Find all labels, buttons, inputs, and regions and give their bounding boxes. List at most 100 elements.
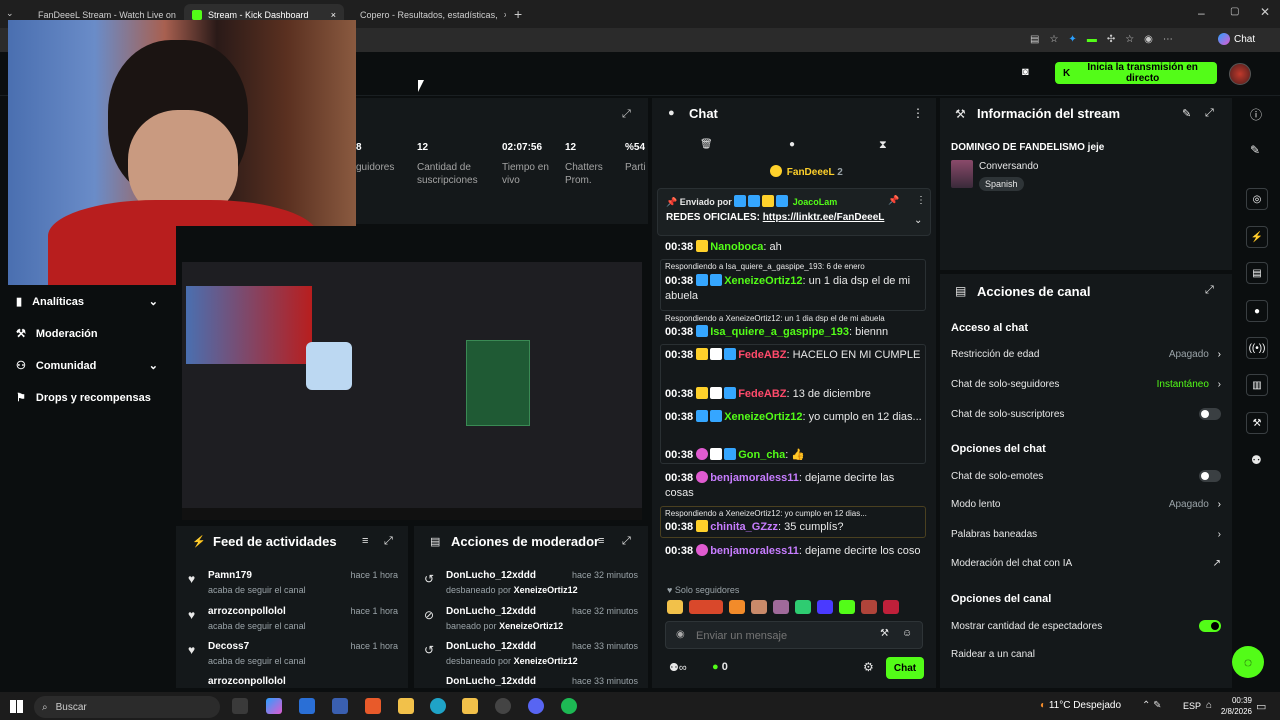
close-window-icon[interactable]: ✕ <box>1260 5 1270 19</box>
command-icon[interactable]: ⚒ <box>880 628 889 639</box>
favorites-icon[interactable]: ☆ <box>1125 34 1134 45</box>
feed-user[interactable]: Decoss7 <box>208 641 249 652</box>
emote-icon[interactable] <box>839 600 855 614</box>
raid-row[interactable]: Raidear a un canal <box>951 649 1221 660</box>
pinned-menu-icon[interactable]: ⋮ <box>916 195 926 206</box>
age-restriction-row[interactable]: Restricción de edad Apagado › <box>951 349 1221 360</box>
msg-user[interactable]: Isa_quiere_a_gaspipe_193 <box>710 326 849 338</box>
emote-icon[interactable] <box>861 600 877 614</box>
category-thumbnail[interactable] <box>951 160 973 188</box>
extension-green-icon[interactable]: ▬ <box>1087 34 1097 45</box>
trash-icon[interactable]: 🗑 <box>700 139 713 150</box>
language-indicator[interactable]: ESP <box>1183 701 1201 711</box>
info-icon[interactable]: ⓘ <box>1250 106 1262 123</box>
chat-icon[interactable]: ● <box>1246 300 1268 322</box>
feed-user[interactable]: Pamn179 <box>208 570 252 581</box>
broadcast-icon[interactable]: ((•)) <box>1246 337 1268 359</box>
nav-drops[interactable]: ⚑ Drops y recompensas <box>16 391 151 405</box>
spotify-icon[interactable] <box>561 698 577 714</box>
top-chatter-name[interactable]: FanDeeeL <box>787 167 835 178</box>
emote-icon[interactable] <box>729 600 745 614</box>
chevron-down-icon[interactable]: ⌄ <box>914 215 922 226</box>
avatar[interactable] <box>1229 63 1251 85</box>
emotes-only-toggle[interactable] <box>1199 470 1221 482</box>
community-icon[interactable]: ⚉ <box>1251 453 1262 467</box>
msg-user[interactable]: Gon_cha <box>738 449 785 461</box>
store-icon[interactable] <box>398 698 414 714</box>
emote-icon[interactable] <box>751 600 767 614</box>
msg-user[interactable]: XeneizeOrtiz12 <box>724 275 802 287</box>
mod-by[interactable]: XeneizeOrtiz12 <box>514 656 578 666</box>
profile-icon[interactable]: ◉ <box>1144 34 1153 45</box>
filter-icon[interactable]: ≡ <box>598 535 604 547</box>
reply-context[interactable]: Respondiendo a Isa_quiere_a_gaspipe_193:… <box>665 262 925 272</box>
reply-context[interactable]: Respondiendo a XeneizeOrtiz12: un 1 dia … <box>665 314 925 324</box>
copilot-chat-button[interactable]: Chat <box>1218 33 1255 45</box>
copilot-app-icon[interactable] <box>266 698 282 714</box>
followers-only-row[interactable]: Chat de solo-seguidores Instantáneo › <box>951 379 1221 390</box>
camera-icon[interactable]: ◎ <box>1246 188 1268 210</box>
task-view-icon[interactable] <box>232 698 248 714</box>
taskbar-search[interactable]: ⌕ Buscar <box>34 696 220 718</box>
notification-icon[interactable]: ▭ <box>1256 700 1266 713</box>
msg-user[interactable]: chinita_GZzz <box>710 521 778 533</box>
category-name[interactable]: Conversando <box>979 161 1038 172</box>
chat-mode-icon[interactable]: ● <box>789 139 795 150</box>
file-explorer-icon[interactable] <box>462 698 478 714</box>
settings-icon[interactable]: ⚙ <box>863 660 874 674</box>
pencil-icon[interactable]: ✎ <box>1250 143 1260 157</box>
expand-icon[interactable]: ⤢ <box>384 535 393 548</box>
edge-icon[interactable] <box>430 698 446 714</box>
mod-target[interactable]: DonLucho_12xddd <box>446 641 536 652</box>
nav-moderation[interactable]: ⚒ Moderación <box>16 327 98 341</box>
tray-icons[interactable]: ⌃ ✎ <box>1142 700 1162 711</box>
extension-icon[interactable]: ✦ <box>1068 34 1076 45</box>
chat-input[interactable] <box>696 627 866 645</box>
minimize-icon[interactable]: – <box>1198 6 1205 20</box>
emote-icon[interactable] <box>883 600 899 614</box>
emote-icon[interactable] <box>689 600 723 614</box>
help-chat-icon[interactable]: ◌ <box>1232 646 1264 678</box>
send-chat-button[interactable]: Chat <box>886 657 924 679</box>
reader-icon[interactable]: ▤ <box>1030 34 1039 45</box>
emote-icon[interactable] <box>667 600 683 614</box>
app-blue-icon[interactable] <box>299 698 315 714</box>
expand-icon[interactable]: ⤢ <box>622 535 631 548</box>
show-viewers-toggle[interactable] <box>1199 620 1221 632</box>
emote-icon[interactable] <box>773 600 789 614</box>
expand-icon[interactable]: ⤢ <box>622 108 631 121</box>
subs-only-toggle[interactable] <box>1199 408 1221 420</box>
mod-target[interactable]: DonLucho_12xddd <box>446 676 536 687</box>
mod-by[interactable]: XeneizeOrtiz12 <box>514 585 578 595</box>
emote-icon[interactable] <box>795 600 811 614</box>
star-icon[interactable]: ☆ <box>1049 34 1058 45</box>
weather-widget[interactable]: ◐ 11°C Despejado <box>1040 700 1121 711</box>
chat-input-box[interactable]: ◉ ⚒ ☺ <box>665 621 923 649</box>
slow-mode-row[interactable]: Modo lento Apagado › <box>951 499 1221 510</box>
app-blue2-icon[interactable] <box>332 698 348 714</box>
layout-icon[interactable]: ▥ <box>1246 374 1268 396</box>
msg-user[interactable]: Nanoboca <box>710 241 763 253</box>
msg-user[interactable]: XeneizeOrtiz12 <box>724 411 802 423</box>
hourglass-icon[interactable]: ⧗ <box>879 139 887 152</box>
points-icon[interactable]: ⚉∞ <box>669 661 687 674</box>
mod-target[interactable]: DonLucho_12xddd <box>446 606 536 617</box>
tab-copero[interactable]: Copero - Resultados, estadísticas,× <box>346 4 506 26</box>
mod-target[interactable]: DonLucho_12xddd <box>446 570 536 581</box>
unpin-icon[interactable]: 📌 <box>888 195 899 206</box>
puzzle-icon[interactable]: ✣ <box>1107 34 1115 45</box>
reply-context[interactable]: Respondiendo a XeneizeOrtiz12: yo cumplo… <box>665 509 925 519</box>
tab-menu-icon[interactable]: ⌄ <box>6 8 14 19</box>
pinned-by-user[interactable]: JoacoLam <box>793 197 838 207</box>
clock[interactable]: 00:39 2/8/2026 <box>1204 695 1252 717</box>
msg-user[interactable]: FedeABZ <box>738 349 786 361</box>
msg-user[interactable]: benjamoraless11 <box>710 472 799 484</box>
feed-user[interactable]: arrozconpollolol <box>208 676 286 687</box>
clipboard-icon[interactable]: ▤ <box>1246 262 1268 284</box>
banned-words-row[interactable]: Palabras baneadas › <box>951 529 1221 540</box>
maximize-icon[interactable]: ▢ <box>1230 6 1239 17</box>
new-tab-icon[interactable]: + <box>514 6 522 22</box>
emoji-icon[interactable]: ☺ <box>902 628 912 639</box>
expand-icon[interactable]: ⤢ <box>1205 284 1214 297</box>
nav-community[interactable]: ⚇ Comunidad ⌄ <box>16 359 158 373</box>
